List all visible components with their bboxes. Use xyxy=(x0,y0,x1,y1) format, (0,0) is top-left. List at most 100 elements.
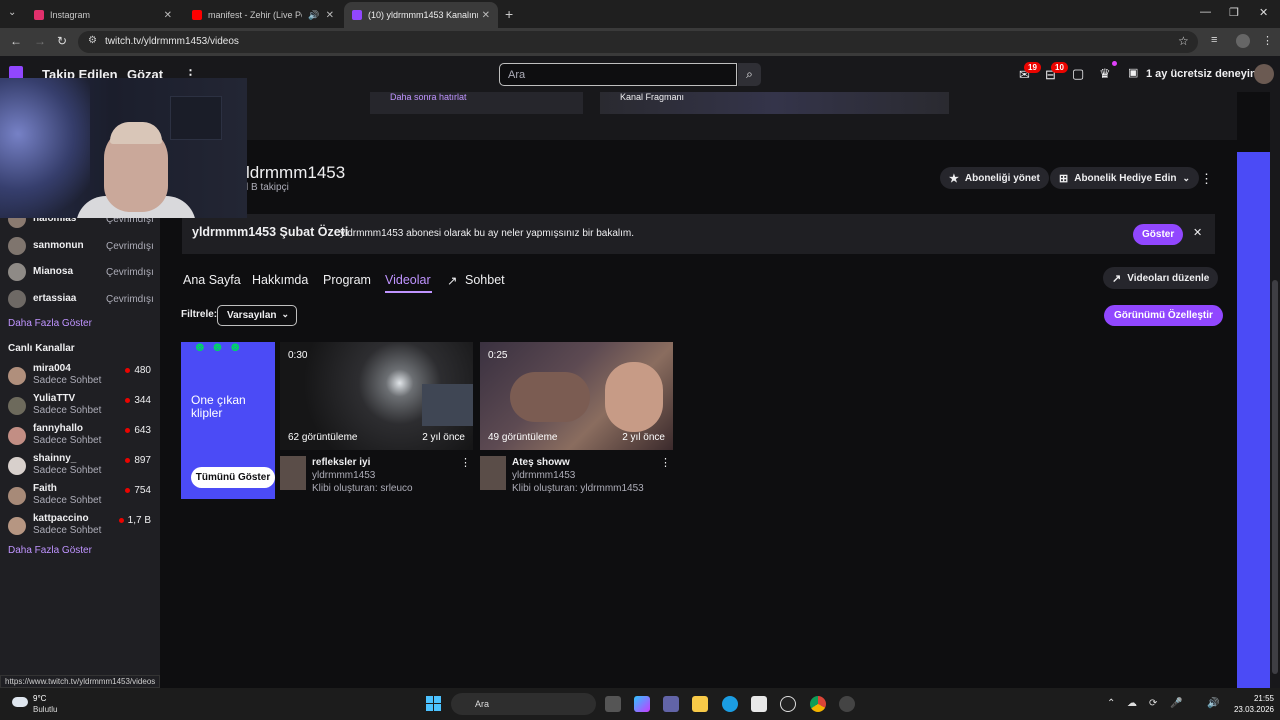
file-explorer-icon[interactable] xyxy=(692,696,708,712)
sync-icon[interactable]: ⟳ xyxy=(1149,698,1157,709)
browser-tab-instagram[interactable]: Instagram ✕ xyxy=(26,2,180,28)
channel-name: Mianosa xyxy=(33,266,74,277)
status-bar-url: https://www.twitch.tv/yldrmmm1453/videos xyxy=(0,675,161,688)
close-icon[interactable]: ✕ xyxy=(164,10,172,21)
tab-about[interactable]: Hakkımda xyxy=(252,273,308,287)
tab-home[interactable]: Ana Sayfa xyxy=(183,273,241,287)
volume-icon[interactable]: 🔊 xyxy=(1207,698,1219,709)
close-icon[interactable]: ✕ xyxy=(1193,226,1202,239)
banner-card-trailer[interactable]: Kanal Fragmanı xyxy=(600,92,949,114)
restore-icon[interactable]: ❐ xyxy=(1229,6,1239,19)
chatgpt-icon[interactable] xyxy=(780,696,796,712)
start-icon[interactable] xyxy=(426,696,441,711)
new-tab-icon[interactable]: + xyxy=(505,6,513,22)
channel-name: Faith xyxy=(33,483,57,494)
reading-list-icon[interactable]: ≡ xyxy=(1211,34,1217,46)
show-more-link[interactable]: Daha Fazla Göster xyxy=(8,545,92,556)
cloud-icon[interactable] xyxy=(12,697,28,707)
edge-icon[interactable] xyxy=(722,696,738,712)
clip-menu-icon[interactable]: ⋮ xyxy=(460,456,471,469)
clip-channel[interactable]: yldrmmm1453 xyxy=(512,470,575,481)
banner-card-remind[interactable]: Daha sonra hatırlat xyxy=(370,92,583,114)
clip-channel[interactable]: yldrmmm1453 xyxy=(312,470,375,481)
copilot-icon[interactable] xyxy=(634,696,650,712)
reload-icon[interactable]: ↻ xyxy=(57,34,67,48)
whispers-icon[interactable]: ▢ xyxy=(1072,66,1084,82)
mic-icon[interactable]: 🎤 xyxy=(1170,698,1182,709)
avatar xyxy=(8,263,26,281)
clip-thumbnail[interactable]: 0:30 62 görüntüleme 2 yıl önce xyxy=(280,342,473,450)
clip-avatar[interactable] xyxy=(280,456,306,490)
sidebar-item-faith[interactable]: Faith Sadece Sohbet 754 xyxy=(0,483,160,513)
show-recap-button[interactable]: Göster xyxy=(1133,224,1184,245)
sidebar-item-kattpaccino[interactable]: kattpaccino Sadece Sohbet 1,7 B xyxy=(0,513,160,543)
external-link-icon: ↗ xyxy=(447,274,458,288)
browser-tab-twitch[interactable]: (10) yldrmmm1453 Kanalının V ✕ xyxy=(344,2,498,28)
window-close-icon[interactable]: ✕ xyxy=(1259,6,1268,19)
channel-category: Sadece Sohbet xyxy=(33,495,102,506)
channel-name: mira004 xyxy=(33,363,71,374)
taskbar-search[interactable] xyxy=(451,693,596,715)
sidebar-item-shainny[interactable]: shainny_ Sadece Sohbet 897 xyxy=(0,453,160,483)
forward-icon[interactable]: → xyxy=(34,34,46,48)
search-input[interactable] xyxy=(499,63,737,86)
task-view-icon[interactable] xyxy=(605,696,621,712)
edit-videos-button[interactable]: ↗ Videoları düzenle xyxy=(1103,267,1219,289)
channel-name: fannyhallo xyxy=(33,423,84,434)
sidebar-item-ertassiaa[interactable]: ertassiaa Çevrimdışı xyxy=(0,290,160,316)
live-channels-heading: Canlı Kanallar xyxy=(8,343,75,354)
sidebar-item-yuliattv[interactable]: YuliaTTV Sadece Sohbet 344 xyxy=(0,393,160,423)
clip-title[interactable]: refleksler iyi xyxy=(312,457,370,468)
sidebar-item-mianosa[interactable]: Mianosa Çevrimdışı xyxy=(0,263,160,289)
user-avatar[interactable] xyxy=(1254,64,1274,84)
audio-icon[interactable]: 🔊 xyxy=(308,10,319,21)
instagram-icon xyxy=(34,10,44,20)
person-shape xyxy=(605,362,663,432)
crown-icon[interactable]: ♛ xyxy=(1099,66,1111,82)
show-all-button[interactable]: Tümünü Göster xyxy=(191,467,275,488)
featured-clips-card[interactable]: ☻☻☻ One çıkan klipler Tümünü Göster xyxy=(181,339,275,499)
clip-title[interactable]: Ateş showw xyxy=(512,457,570,468)
search-button[interactable]: ⌕ xyxy=(738,63,761,86)
tray-chevron-icon[interactable]: ⌃ xyxy=(1107,698,1115,709)
filter-select[interactable]: Varsayılan ⌄ xyxy=(217,305,297,326)
browser-tab-youtube[interactable]: manifest - Zehir (Live Perfor 🔊 ✕ xyxy=(184,2,342,28)
viewer-count: 643 xyxy=(125,425,151,436)
browser-menu-icon[interactable]: ⋮ xyxy=(1262,34,1273,47)
gift-sub-button[interactable]: ⊞ Abonelik Hediye Edin ⌄ xyxy=(1050,167,1200,189)
clip-thumbnail[interactable]: 0:25 49 görüntüleme 2 yıl önce xyxy=(480,342,673,450)
bookmark-star-icon[interactable]: ☆ xyxy=(1178,34,1189,48)
search-icon: ⌕ xyxy=(746,67,753,81)
viewer-count: 754 xyxy=(125,485,151,496)
url-field[interactable] xyxy=(78,31,1198,53)
clip-avatar[interactable] xyxy=(480,456,506,490)
channel-name: kattpaccino xyxy=(33,513,89,524)
sidebar-item-fannyhallo[interactable]: fannyhallo Sadece Sohbet 643 xyxy=(0,423,160,453)
onedrive-icon[interactable]: ☁ xyxy=(1127,698,1137,709)
trial-link[interactable]: 1 ay ücretsiz deneyin xyxy=(1146,68,1257,80)
webcam-light xyxy=(0,78,90,218)
customize-view-button[interactable]: Görünümü Özelleştir xyxy=(1104,305,1223,326)
scrollbar-thumb[interactable] xyxy=(1272,280,1278,674)
tab-schedule[interactable]: Program xyxy=(323,273,371,287)
sidebar-item-mira004[interactable]: mira004 Sadece Sohbet 480 xyxy=(0,363,160,393)
close-icon[interactable]: ✕ xyxy=(482,10,490,21)
profile-icon[interactable] xyxy=(1236,34,1250,48)
show-more-link[interactable]: Daha Fazla Göster xyxy=(8,318,92,329)
site-info-icon[interactable]: ⚙ xyxy=(88,35,97,46)
store-icon[interactable] xyxy=(751,696,767,712)
manage-sub-button[interactable]: ★ Aboneliği yönet xyxy=(940,167,1049,189)
minimize-icon[interactable]: — xyxy=(1200,6,1211,18)
tab-search-chevron-icon[interactable]: ⌄ xyxy=(8,7,16,18)
back-icon[interactable]: ← xyxy=(10,34,22,48)
tab-videos[interactable]: Videolar xyxy=(385,273,431,287)
teams-icon[interactable] xyxy=(663,696,679,712)
close-icon[interactable]: ✕ xyxy=(326,10,334,21)
tab-chat[interactable]: Sohbet xyxy=(465,273,505,287)
clip-menu-icon[interactable]: ⋮ xyxy=(660,456,671,469)
prime-icon[interactable]: ▣ xyxy=(1128,66,1138,79)
chrome-icon[interactable] xyxy=(810,696,826,712)
chrome-alt-icon[interactable] xyxy=(839,696,855,712)
more-options-icon[interactable]: ⋮ xyxy=(1200,171,1213,187)
sidebar-item-sanmonun[interactable]: sanmonun Çevrimdışı xyxy=(0,237,160,263)
